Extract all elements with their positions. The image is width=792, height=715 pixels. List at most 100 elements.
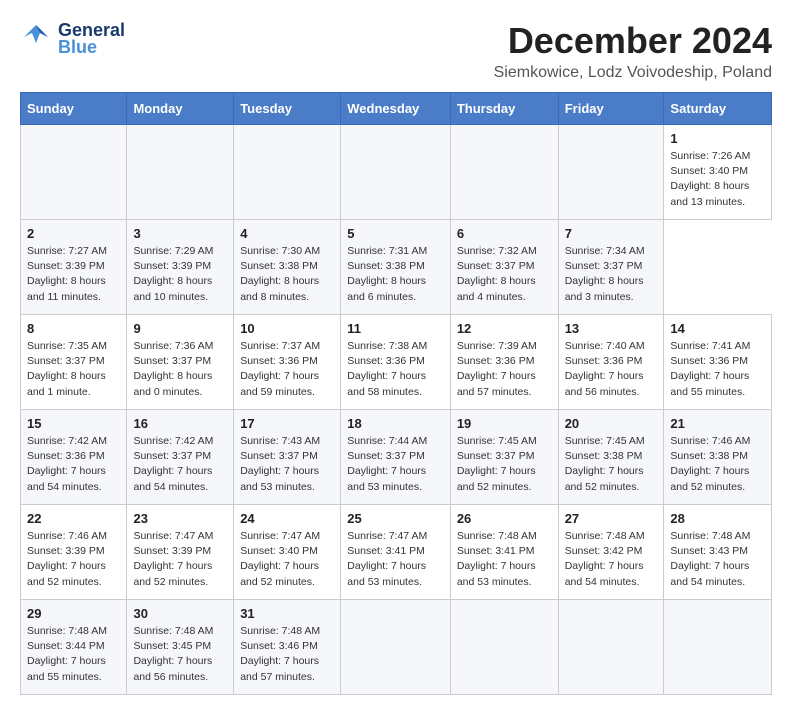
calendar-cell: 12 Sunrise: 7:39 AMSunset: 3:36 PMDayligh… — [450, 315, 558, 410]
calendar-cell: 27 Sunrise: 7:48 AMSunset: 3:42 PMDayligh… — [558, 505, 664, 600]
column-header-thursday: Thursday — [450, 93, 558, 125]
day-number: 16 — [133, 416, 227, 431]
day-number: 31 — [240, 606, 334, 621]
day-number: 1 — [670, 131, 765, 146]
column-header-friday: Friday — [558, 93, 664, 125]
title-block: December 2024 Siemkowice, Lodz Voivodesh… — [494, 20, 772, 82]
calendar-cell: 14 Sunrise: 7:41 AMSunset: 3:36 PMDayligh… — [664, 315, 772, 410]
day-info: Sunrise: 7:41 AMSunset: 3:36 PMDaylight:… — [670, 339, 765, 400]
calendar-cell: 8 Sunrise: 7:35 AMSunset: 3:37 PMDaylight… — [21, 315, 127, 410]
calendar-cell: 13 Sunrise: 7:40 AMSunset: 3:36 PMDayligh… — [558, 315, 664, 410]
column-header-monday: Monday — [127, 93, 234, 125]
calendar-cell — [558, 125, 664, 220]
calendar-cell: 3 Sunrise: 7:29 AMSunset: 3:39 PMDaylight… — [127, 220, 234, 315]
calendar-cell: 7 Sunrise: 7:34 AMSunset: 3:37 PMDaylight… — [558, 220, 664, 315]
day-info: Sunrise: 7:48 AMSunset: 3:44 PMDaylight:… — [27, 624, 120, 685]
calendar-cell: 31 Sunrise: 7:48 AMSunset: 3:46 PMDayligh… — [234, 600, 341, 695]
day-number: 8 — [27, 321, 120, 336]
calendar-cell — [450, 125, 558, 220]
page-header: General Blue December 2024 Siemkowice, L… — [20, 20, 772, 82]
day-info: Sunrise: 7:42 AMSunset: 3:37 PMDaylight:… — [133, 434, 227, 495]
calendar-cell — [21, 125, 127, 220]
day-info: Sunrise: 7:43 AMSunset: 3:37 PMDaylight:… — [240, 434, 334, 495]
column-header-tuesday: Tuesday — [234, 93, 341, 125]
calendar-cell: 1Sunrise: 7:26 AMSunset: 3:40 PMDaylight… — [664, 125, 772, 220]
day-number: 20 — [565, 416, 658, 431]
day-number: 10 — [240, 321, 334, 336]
day-number: 15 — [27, 416, 120, 431]
calendar-cell — [234, 125, 341, 220]
day-number: 19 — [457, 416, 552, 431]
calendar-cell: 21 Sunrise: 7:46 AMSunset: 3:38 PMDayligh… — [664, 410, 772, 505]
day-number: 18 — [347, 416, 444, 431]
day-info: Sunrise: 7:40 AMSunset: 3:36 PMDaylight:… — [565, 339, 658, 400]
day-info: Sunrise: 7:47 AMSunset: 3:41 PMDaylight:… — [347, 529, 444, 590]
logo: General Blue — [20, 20, 125, 58]
day-info: Sunrise: 7:44 AMSunset: 3:37 PMDaylight:… — [347, 434, 444, 495]
column-header-sunday: Sunday — [21, 93, 127, 125]
day-info: Sunrise: 7:39 AMSunset: 3:36 PMDaylight:… — [457, 339, 552, 400]
calendar-cell: 2Sunrise: 7:27 AMSunset: 3:39 PMDaylight… — [21, 220, 127, 315]
day-number: 25 — [347, 511, 444, 526]
calendar-cell: 20 Sunrise: 7:45 AMSunset: 3:38 PMDayligh… — [558, 410, 664, 505]
day-number: 30 — [133, 606, 227, 621]
day-info: Sunrise: 7:35 AMSunset: 3:37 PMDaylight:… — [27, 339, 120, 400]
calendar-cell: 16 Sunrise: 7:42 AMSunset: 3:37 PMDayligh… — [127, 410, 234, 505]
calendar-title: December 2024 — [494, 20, 772, 62]
day-info: Sunrise: 7:48 AMSunset: 3:45 PMDaylight:… — [133, 624, 227, 685]
calendar-cell: 22Sunrise: 7:46 AMSunset: 3:39 PMDayligh… — [21, 505, 127, 600]
day-info: Sunrise: 7:47 AMSunset: 3:39 PMDaylight:… — [133, 529, 227, 590]
calendar-table: SundayMondayTuesdayWednesdayThursdayFrid… — [20, 92, 772, 695]
logo-icon — [20, 23, 52, 56]
day-number: 4 — [240, 226, 334, 241]
calendar-subtitle: Siemkowice, Lodz Voivodeship, Poland — [494, 64, 772, 82]
calendar-cell: 18 Sunrise: 7:44 AMSunset: 3:37 PMDayligh… — [341, 410, 451, 505]
day-number: 27 — [565, 511, 658, 526]
day-info: Sunrise: 7:45 AMSunset: 3:38 PMDaylight:… — [565, 434, 658, 495]
day-info: Sunrise: 7:47 AMSunset: 3:40 PMDaylight:… — [240, 529, 334, 590]
day-info: Sunrise: 7:29 AMSunset: 3:39 PMDaylight:… — [133, 244, 227, 305]
day-info: Sunrise: 7:48 AMSunset: 3:43 PMDaylight:… — [670, 529, 765, 590]
day-info: Sunrise: 7:48 AMSunset: 3:42 PMDaylight:… — [565, 529, 658, 590]
day-number: 12 — [457, 321, 552, 336]
day-info: Sunrise: 7:46 AMSunset: 3:38 PMDaylight:… — [670, 434, 765, 495]
calendar-cell: 23Sunrise: 7:47 AMSunset: 3:39 PMDayligh… — [127, 505, 234, 600]
calendar-cell: 28 Sunrise: 7:48 AMSunset: 3:43 PMDayligh… — [664, 505, 772, 600]
calendar-cell: 6 Sunrise: 7:32 AMSunset: 3:37 PMDaylight… — [450, 220, 558, 315]
calendar-cell: 10 Sunrise: 7:37 AMSunset: 3:36 PMDayligh… — [234, 315, 341, 410]
day-info: Sunrise: 7:31 AMSunset: 3:38 PMDaylight:… — [347, 244, 444, 305]
calendar-header: SundayMondayTuesdayWednesdayThursdayFrid… — [21, 93, 772, 125]
calendar-cell — [127, 125, 234, 220]
day-number: 22 — [27, 511, 120, 526]
day-number: 3 — [133, 226, 227, 241]
calendar-cell: 5Sunrise: 7:31 AMSunset: 3:38 PMDaylight… — [341, 220, 451, 315]
calendar-cell: 30 Sunrise: 7:48 AMSunset: 3:45 PMDayligh… — [127, 600, 234, 695]
calendar-cell — [450, 600, 558, 695]
calendar-cell — [558, 600, 664, 695]
calendar-cell — [341, 600, 451, 695]
calendar-cell — [664, 600, 772, 695]
day-number: 7 — [565, 226, 658, 241]
calendar-cell: 25 Sunrise: 7:47 AMSunset: 3:41 PMDayligh… — [341, 505, 451, 600]
calendar-cell: 29 Sunrise: 7:48 AMSunset: 3:44 PMDayligh… — [21, 600, 127, 695]
day-number: 21 — [670, 416, 765, 431]
day-number: 24 — [240, 511, 334, 526]
calendar-cell — [341, 125, 451, 220]
day-info: Sunrise: 7:36 AMSunset: 3:37 PMDaylight:… — [133, 339, 227, 400]
day-number: 28 — [670, 511, 765, 526]
calendar-cell: 15Sunrise: 7:42 AMSunset: 3:36 PMDayligh… — [21, 410, 127, 505]
day-number: 14 — [670, 321, 765, 336]
day-number: 17 — [240, 416, 334, 431]
day-info: Sunrise: 7:37 AMSunset: 3:36 PMDaylight:… — [240, 339, 334, 400]
calendar-cell: 17 Sunrise: 7:43 AMSunset: 3:37 PMDayligh… — [234, 410, 341, 505]
day-info: Sunrise: 7:30 AMSunset: 3:38 PMDaylight:… — [240, 244, 334, 305]
day-info: Sunrise: 7:38 AMSunset: 3:36 PMDaylight:… — [347, 339, 444, 400]
day-number: 13 — [565, 321, 658, 336]
day-number: 6 — [457, 226, 552, 241]
day-number: 29 — [27, 606, 120, 621]
day-info: Sunrise: 7:34 AMSunset: 3:37 PMDaylight:… — [565, 244, 658, 305]
calendar-cell: 19Sunrise: 7:45 AMSunset: 3:37 PMDayligh… — [450, 410, 558, 505]
day-info: Sunrise: 7:48 AMSunset: 3:46 PMDaylight:… — [240, 624, 334, 685]
day-info: Sunrise: 7:48 AMSunset: 3:41 PMDaylight:… — [457, 529, 552, 590]
day-info: Sunrise: 7:32 AMSunset: 3:37 PMDaylight:… — [457, 244, 552, 305]
